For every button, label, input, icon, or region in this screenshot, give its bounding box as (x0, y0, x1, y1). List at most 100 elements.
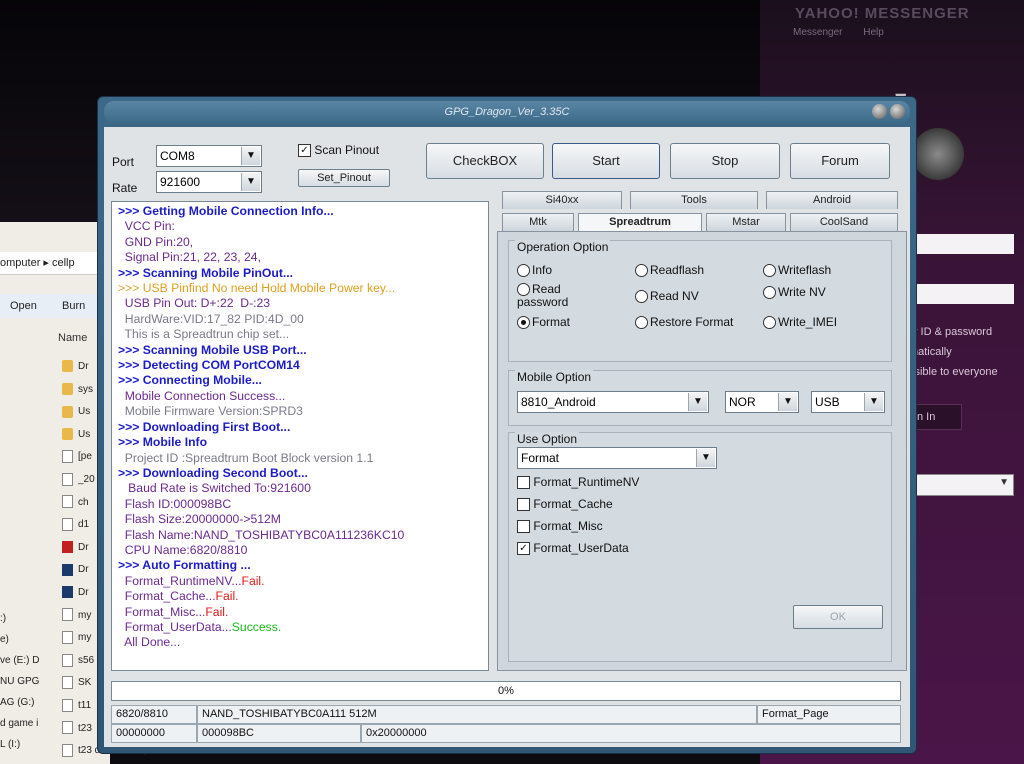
log-line-result: Fail. (215, 589, 239, 604)
tab-android[interactable]: Android (766, 191, 898, 209)
checkbox-icon[interactable] (517, 520, 530, 534)
set-pinout-button[interactable]: Set_Pinout (298, 169, 390, 187)
chevron-down-icon[interactable]: ▼ (696, 449, 715, 467)
chevron-down-icon[interactable]: ▼ (778, 393, 797, 411)
format-misc-checkbox[interactable]: Format_Misc (517, 519, 603, 534)
rate-label: Rate (112, 181, 138, 195)
checkbox-icon[interactable] (517, 498, 530, 512)
scan-pinout-checkbox[interactable]: ✓ Scan Pinout (298, 143, 379, 158)
drive-item[interactable]: e) (0, 629, 39, 650)
tab-si40xx[interactable]: Si40xx (502, 191, 622, 209)
drive-item[interactable]: L (I:) (0, 734, 39, 755)
log-line-text: This is a Spreadtrun chip set... (118, 327, 290, 342)
log-line: VCC Pin: (118, 219, 488, 234)
explorer-address-bar[interactable]: omputer ▸ cellp (0, 252, 110, 275)
chevron-down-icon[interactable]: ▼ (688, 393, 707, 411)
log-line-text: >>> Downloading Second Boot... (118, 465, 308, 480)
mobile-model-value: 8810_Android (521, 395, 596, 409)
tab-mstar[interactable]: Mstar (706, 213, 786, 231)
radio-icon[interactable] (635, 316, 648, 330)
chevron-down-icon[interactable]: ▼ (241, 173, 260, 191)
log-line: >>> Connecting Mobile... (118, 373, 488, 388)
log-line: >>> Downloading Second Boot... (118, 466, 488, 481)
drive-item[interactable]: d game i (0, 713, 39, 734)
radio-icon[interactable] (763, 316, 776, 330)
yahoo-menu-messenger[interactable]: Messenger (793, 27, 842, 38)
stop-button[interactable]: Stop (670, 143, 780, 179)
log-line-text: VCC Pin: (118, 219, 175, 234)
port-select[interactable]: COM8 ▼ (156, 145, 262, 167)
mobile-model-select[interactable]: 8810_Android ▼ (517, 391, 709, 413)
format-cache-checkbox[interactable]: Format_Cache (517, 497, 613, 512)
info-radio[interactable]: Info (517, 263, 552, 278)
checkbox-checked-icon[interactable]: ✓ (298, 144, 311, 158)
gpg-dragon-window: GPG_Dragon_Ver_3.35C Port COM8 ▼ Rate 92… (97, 96, 917, 754)
drive-item[interactable]: :) (0, 608, 39, 629)
yahoo-status-select[interactable]: ▼ (912, 474, 1014, 496)
log-output[interactable]: >>> Getting Mobile Connection Info... VC… (111, 201, 489, 671)
window-title: GPG_Dragon_Ver_3.35C (444, 106, 570, 118)
radio-icon[interactable] (763, 286, 776, 300)
checkbox-checked-icon[interactable]: ✓ (517, 542, 530, 556)
tab-spreadtrum[interactable]: Spreadtrum (578, 213, 702, 231)
yahoo-id-field[interactable] (916, 234, 1014, 254)
title-bar[interactable]: GPG_Dragon_Ver_3.35C (104, 101, 910, 123)
ok-button[interactable]: OK (793, 605, 883, 629)
yahoo-signin-button[interactable]: n In (912, 404, 962, 430)
radio-icon[interactable] (763, 264, 776, 278)
spreadtrum-tab-panel: Operation Option Info Readflash Writefla… (497, 231, 907, 671)
writeflash-radio[interactable]: Writeflash (763, 263, 832, 278)
app-icon (62, 541, 73, 554)
checkbox-icon[interactable] (517, 476, 530, 490)
mobile-option-title: Mobile Option (515, 370, 594, 384)
explorer-burn-button[interactable]: Burn (62, 300, 85, 312)
drive-item[interactable]: ve (E:) D (0, 650, 39, 671)
radio-icon[interactable] (635, 290, 648, 304)
readflash-radio[interactable]: Readflash (635, 263, 704, 278)
write-nv-radio[interactable]: Write NV (763, 285, 826, 300)
restore-format-radio[interactable]: Restore Format (635, 315, 733, 330)
radio-selected-icon[interactable] (517, 316, 530, 330)
yahoo-password-field[interactable] (916, 284, 1014, 304)
writeflash-label: Writeflash (778, 263, 832, 277)
drive-item[interactable]: NU GPG (0, 671, 39, 692)
log-line: Format_RuntimeNV...Fail. (118, 574, 488, 589)
checkbox-button[interactable]: CheckBOX (426, 143, 544, 179)
use-mode-select[interactable]: Format ▼ (517, 447, 717, 469)
format-radio[interactable]: Format (517, 315, 570, 330)
chevron-down-icon[interactable]: ▼ (241, 147, 260, 165)
log-line-text: Flash Name:NAND_TOSHIBATYBC0A111236KC10 (118, 527, 405, 542)
explorer-open-button[interactable]: Open (10, 300, 37, 312)
tab-tools[interactable]: Tools (630, 191, 758, 209)
log-line: Format_UserData...Success. (118, 620, 488, 635)
log-line: >>> Auto Formatting ... (118, 558, 488, 573)
radio-icon[interactable] (635, 264, 648, 278)
close-icon[interactable] (890, 104, 905, 119)
read-nv-radio[interactable]: Read NV (635, 289, 699, 304)
status-flash-name: NAND_TOSHIBATYBC0A111 512M (197, 705, 757, 724)
tab-mtk[interactable]: Mtk (502, 213, 574, 231)
format-runtimenv-checkbox[interactable]: Format_RuntimeNV (517, 475, 639, 490)
start-button[interactable]: Start (552, 143, 660, 179)
explorer-name-column[interactable]: Name (58, 332, 87, 344)
log-line: Format_Misc...Fail. (118, 605, 488, 620)
connection-select[interactable]: USB ▼ (811, 391, 885, 413)
log-line-text: >>> Mobile Info (118, 435, 208, 450)
minimize-icon[interactable] (872, 104, 887, 119)
rate-select[interactable]: 921600 ▼ (156, 171, 262, 193)
log-line: >>> Getting Mobile Connection Info... (118, 204, 488, 219)
write-imei-radio[interactable]: Write_IMEI (763, 315, 837, 330)
flash-type-select[interactable]: NOR ▼ (725, 391, 799, 413)
tab-coolsand[interactable]: CoolSand (790, 213, 898, 231)
radio-icon[interactable] (517, 264, 530, 278)
log-line-text: HardWare:VID:17_82 PID:4D_00 (118, 311, 304, 326)
yahoo-menu-help[interactable]: Help (863, 27, 884, 38)
format-userdata-checkbox[interactable]: ✓ Format_UserData (517, 541, 629, 556)
chevron-down-icon[interactable]: ▼ (864, 393, 883, 411)
log-line: >>> Mobile Info (118, 435, 488, 450)
file-icon (62, 721, 73, 735)
drive-item[interactable]: AG (G:) (0, 692, 39, 713)
file-icon (62, 450, 73, 464)
forum-button[interactable]: Forum (790, 143, 890, 179)
read-password-radio[interactable]: Read password (517, 282, 613, 309)
